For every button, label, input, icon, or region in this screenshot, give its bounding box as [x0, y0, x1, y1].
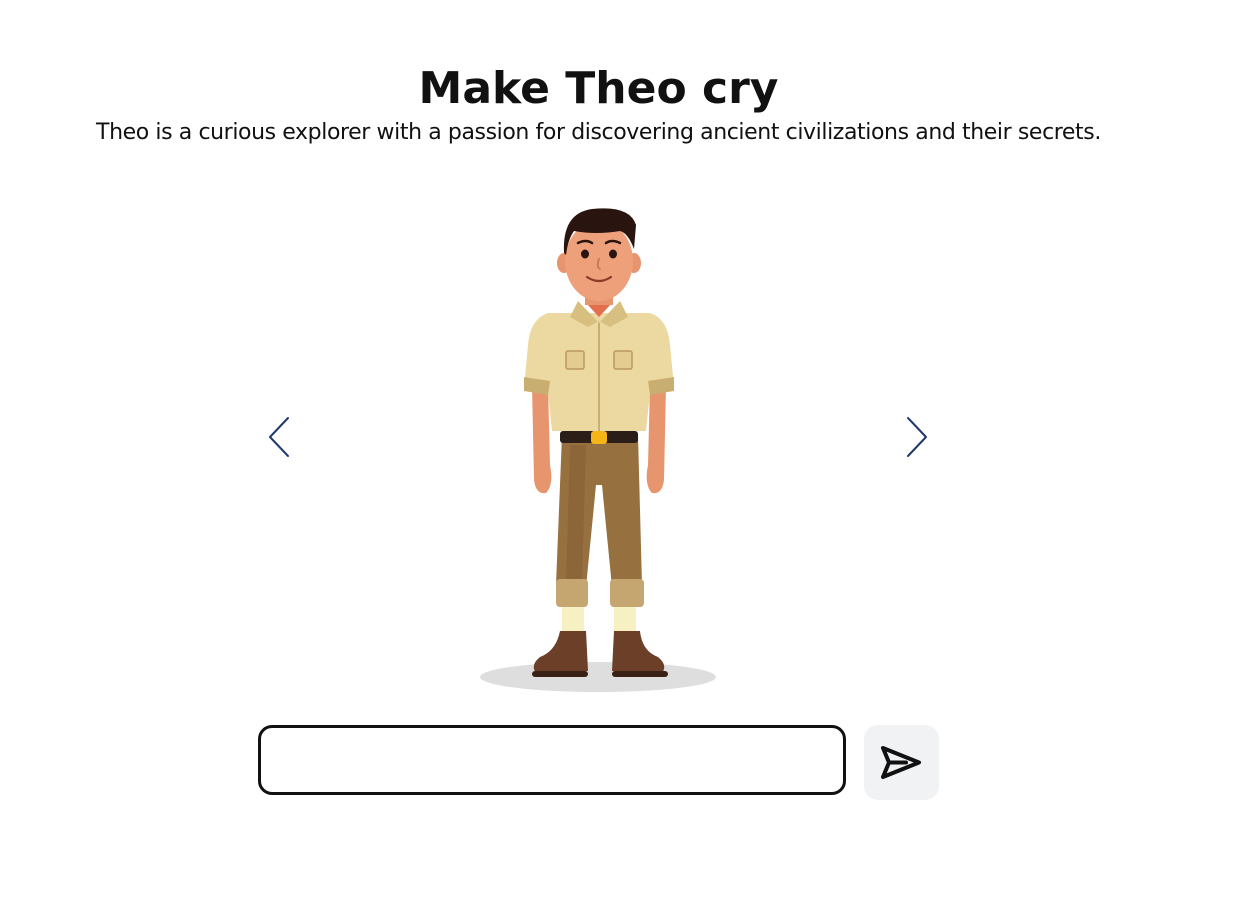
- next-character-button[interactable]: [896, 412, 936, 462]
- send-button[interactable]: [864, 725, 939, 800]
- character-description: Theo is a curious explorer with a passio…: [96, 120, 1101, 145]
- previous-character-button[interactable]: [260, 412, 300, 462]
- paper-plane-send-icon: [881, 746, 921, 779]
- explorer-character-illustration: [470, 195, 730, 700]
- page-title: Make Theo cry: [418, 63, 779, 114]
- message-input[interactable]: [258, 725, 846, 795]
- chevron-left-icon: [269, 417, 289, 457]
- chevron-right-icon: [907, 417, 927, 457]
